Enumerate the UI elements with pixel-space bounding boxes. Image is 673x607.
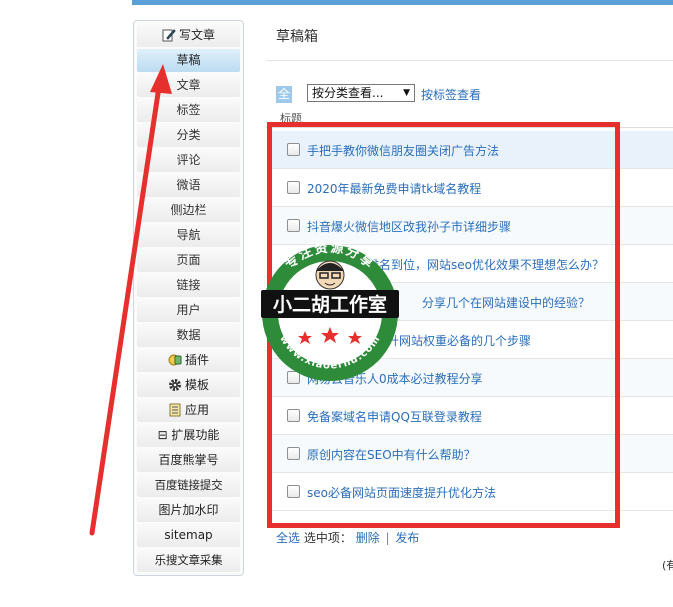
row-checkbox[interactable] <box>287 295 300 308</box>
table-row: 网易云音乐人0成本必过教程分享 <box>272 359 673 397</box>
sidebar-item-sitemap[interactable]: sitemap <box>137 524 240 547</box>
selected-items-label: 选中项： <box>303 531 352 545</box>
admin-sidebar: 写文章 草稿 文章 标签 分类 评论 微语 侧边栏 导航 页面 链接 用户 数据… <box>133 20 244 576</box>
plugin-icon <box>168 352 182 366</box>
delete-link[interactable]: 删除 <box>356 531 380 545</box>
draft-title-link[interactable]: 免备案域名申请QQ互联登录教程 <box>307 408 482 425</box>
sidebar-item-tags[interactable]: 标签 <box>137 99 240 122</box>
table-row: seo必备网站页面速度提升优化方法 <box>272 473 673 511</box>
row-checkbox[interactable] <box>287 333 300 346</box>
app-icon <box>168 402 182 417</box>
sidebar-item-baidu-xiongzhang[interactable]: 百度熊掌号 <box>137 449 240 472</box>
publish-link[interactable]: 发布 <box>395 531 419 545</box>
corner-text: (有 <box>662 559 673 572</box>
table-row: 抖音爆火微信地区改我孙子市详细步骤 <box>272 207 673 245</box>
draft-title-link[interactable]: 2020年最新免费申请tk域名教程 <box>307 180 481 197</box>
table-row: 免备案域名申请QQ互联登录教程 <box>272 397 673 435</box>
pencil-icon <box>162 27 176 42</box>
page-title: 草稿箱 <box>276 29 318 45</box>
sidebar-item-plugins[interactable]: 插件 <box>137 349 240 372</box>
draft-title-link[interactable]: 抖音爆火微信地区改我孙子市详细步骤 <box>307 218 511 235</box>
sidebar-item-posts[interactable]: 文章 <box>137 74 240 97</box>
draft-title-link[interactable]: 网易云音乐人0成本必过教程分享 <box>307 370 483 387</box>
sidebar-item-categories[interactable]: 分类 <box>137 124 240 147</box>
draft-title-link[interactable]: seo必备网站页面速度提升优化方法 <box>307 484 496 501</box>
sidebar-item-twitter[interactable]: 微语 <box>137 174 240 197</box>
row-checkbox[interactable] <box>287 409 300 422</box>
column-header-title: 标题 <box>280 112 302 125</box>
table-row: 原创内容在SEO中有什么帮助？ <box>272 435 673 473</box>
row-checkbox[interactable] <box>287 181 300 194</box>
gear-icon <box>168 377 182 391</box>
sidebar-item-links[interactable]: 链接 <box>137 274 240 297</box>
draft-title-link[interactable]: 网站关键词排名到位，网站seo优化效果不理想怎么办？ <box>307 256 604 273</box>
row-checkbox[interactable] <box>287 485 300 498</box>
sidebar-item-widgets[interactable]: 侧边栏 <box>137 199 240 222</box>
draft-list: 手把手教你微信朋友圈关闭广告方法 2020年最新免费申请tk域名教程 抖音爆火微… <box>272 131 673 511</box>
sidebar-item-write-post[interactable]: 写文章 <box>137 24 240 47</box>
sidebar-item-extensions[interactable]: ⊟ 扩展功能 <box>137 424 240 447</box>
sidebar-item-pages[interactable]: 页面 <box>137 249 240 272</box>
bulk-actions: 全选 选中项： 删除 | 发布 <box>276 529 419 546</box>
sidebar-item-image-watermark[interactable]: 图片加水印 <box>137 499 240 522</box>
sidebar-item-baidu-link-submit[interactable]: 百度链接提交 <box>137 474 240 497</box>
row-checkbox[interactable] <box>287 219 300 232</box>
sidebar-item-users[interactable]: 用户 <box>137 299 240 322</box>
row-checkbox[interactable] <box>287 257 300 270</box>
row-checkbox[interactable] <box>287 447 300 460</box>
sidebar-item-comments[interactable]: 评论 <box>137 149 240 172</box>
draft-title-link[interactable]: 分享几个在网站建设中的经验？ <box>422 294 590 311</box>
sidebar-item-templates[interactable]: 模板 <box>137 374 240 397</box>
table-row: 提升网站权重必备的几个步骤 <box>272 321 673 359</box>
sidebar-item-navigation[interactable]: 导航 <box>137 224 240 247</box>
title-divider <box>266 60 673 61</box>
draft-title-link[interactable]: 手把手教你微信朋友圈关闭广告方法 <box>307 142 499 159</box>
top-header-bar <box>132 0 673 5</box>
row-checkbox[interactable] <box>287 371 300 384</box>
table-row: 手把手教你微信朋友圈关闭广告方法 <box>272 131 673 169</box>
table-header-divider <box>266 127 673 128</box>
table-row: 网站关键词排名到位，网站seo优化效果不理想怎么办？ <box>272 245 673 283</box>
category-select[interactable]: 按分类查看... ▼ <box>307 84 415 102</box>
sidebar-item-data[interactable]: 数据 <box>137 324 240 347</box>
table-row: 2020年最新免费申请tk域名教程 <box>272 169 673 207</box>
draft-title-link[interactable]: 原创内容在SEO中有什么帮助？ <box>307 446 476 463</box>
dropdown-arrow-icon: ▼ <box>403 88 410 98</box>
row-checkbox[interactable] <box>287 143 300 156</box>
filter-all-link[interactable]: 全部 <box>276 86 293 118</box>
select-all-link[interactable]: 全选 <box>276 531 300 545</box>
sidebar-item-article-collector[interactable]: 乐搜文章采集 <box>137 549 240 572</box>
sidebar-item-drafts[interactable]: 草稿 <box>137 49 240 72</box>
table-row: 分享几个在网站建设中的经验？ <box>272 283 673 321</box>
draft-title-link[interactable]: 提升网站权重必备的几个步骤 <box>375 332 531 349</box>
action-separator: | <box>385 531 390 545</box>
filter-by-tag-link[interactable]: 按标签查看 <box>421 86 481 103</box>
sidebar-item-apps[interactable]: 应用 <box>137 399 240 422</box>
